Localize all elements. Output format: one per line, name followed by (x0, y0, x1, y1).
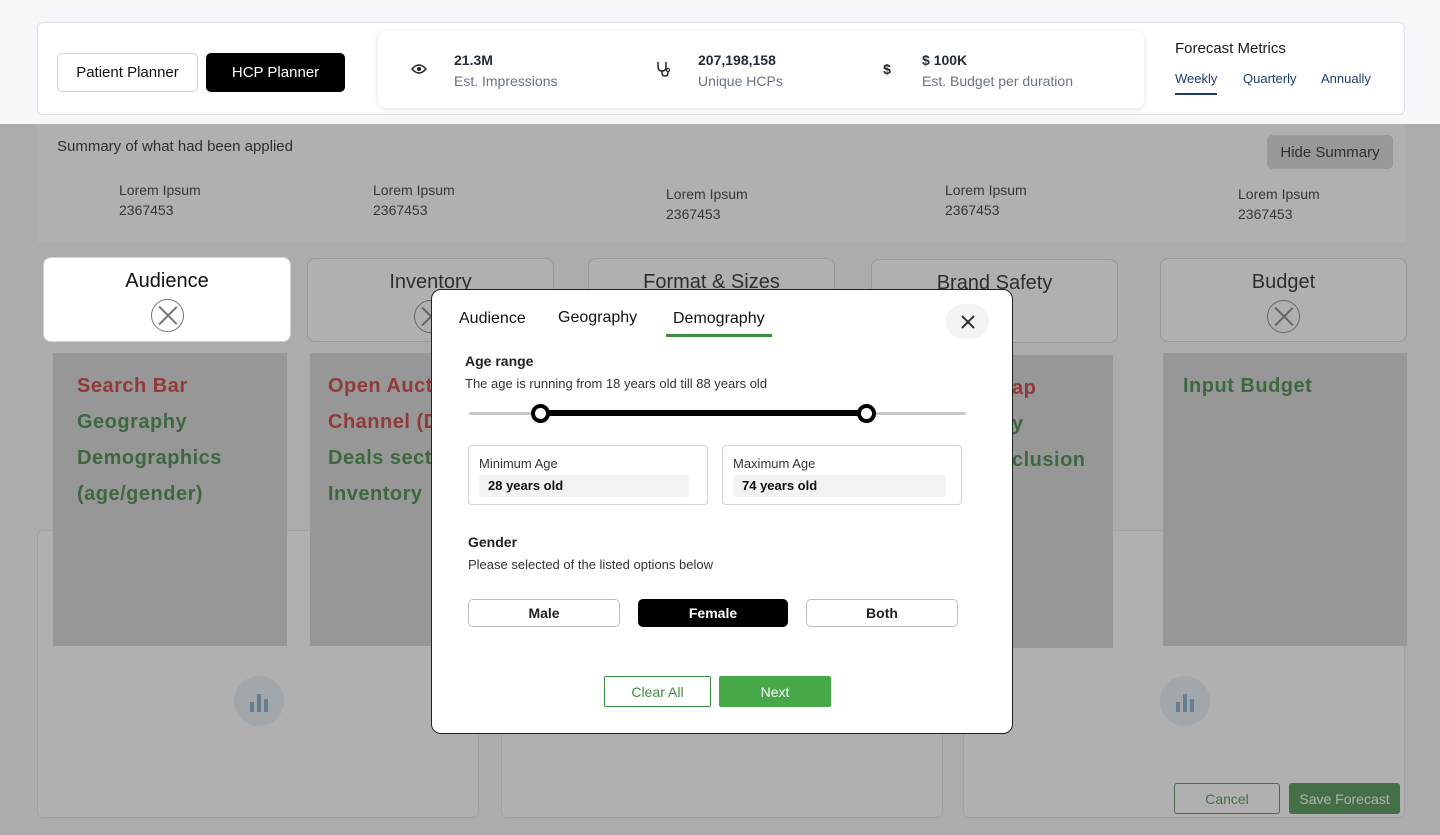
tab-annually[interactable]: Annually (1321, 71, 1371, 93)
gender-male-button[interactable]: Male (468, 599, 620, 627)
forecast-metrics-title: Forecast Metrics (1175, 40, 1286, 57)
metric-impressions: 21.3M Est. Impressions (410, 31, 630, 108)
top-header: Patient Planner HCP Planner 21.3M Est. I… (37, 22, 1405, 115)
metric-value: 207,198,158 (698, 52, 776, 68)
category-card-audience[interactable]: Audience (43, 257, 291, 342)
minimum-age-value[interactable]: 28 years old (479, 475, 689, 497)
metric-label: Est. Budget per duration (922, 73, 1073, 89)
metric-hcps: 207,198,158 Unique HCPs (654, 31, 874, 108)
metric-label: Est. Impressions (454, 73, 558, 89)
dollar-icon: $ (883, 61, 891, 77)
modal-tab-geography[interactable]: Geography (558, 309, 637, 333)
maximum-age-value[interactable]: 74 years old (733, 475, 946, 497)
age-slider-min-handle[interactable] (530, 404, 550, 423)
age-range-title: Age range (465, 353, 534, 369)
gender-female-button[interactable]: Female (638, 599, 788, 627)
minimum-age-label: Minimum Age (479, 456, 558, 471)
metric-value: 21.3M (454, 52, 493, 68)
close-icon[interactable] (946, 304, 989, 339)
tab-quarterly[interactable]: Quarterly (1243, 71, 1296, 93)
metrics-summary: 21.3M Est. Impressions 207,198,158 Uniqu… (378, 31, 1144, 108)
minimum-age-field[interactable]: Minimum Age 28 years old (468, 445, 708, 505)
category-title: Audience (125, 270, 209, 292)
metric-label: Unique HCPs (698, 73, 783, 89)
demography-modal: Audience Geography Demography Age range … (431, 289, 1013, 734)
gender-both-button[interactable]: Both (806, 599, 958, 627)
patient-planner-button[interactable]: Patient Planner (57, 53, 198, 92)
metric-value: $ 100K (922, 52, 968, 68)
age-range-description: The age is running from 18 years old til… (465, 376, 768, 391)
gender-description: Please selected of the listed options be… (468, 557, 713, 572)
maximum-age-field[interactable]: Maximum Age 74 years old (722, 445, 962, 505)
age-slider-max-handle[interactable] (857, 404, 877, 423)
tab-weekly[interactable]: Weekly (1175, 71, 1218, 95)
gender-title: Gender (468, 534, 518, 550)
hcp-planner-button[interactable]: HCP Planner (206, 53, 345, 92)
stethoscope-icon (654, 60, 672, 78)
metric-budget: $ $ 100K Est. Budget per duration (878, 31, 1118, 108)
age-slider-fill (540, 410, 867, 416)
next-button[interactable]: Next (719, 676, 831, 707)
remove-icon[interactable] (150, 299, 184, 332)
modal-tab-audience[interactable]: Audience (459, 310, 526, 334)
eye-icon (410, 60, 428, 78)
clear-all-button[interactable]: Clear All (604, 676, 711, 707)
modal-tab-demography[interactable]: Demography (666, 310, 772, 337)
maximum-age-label: Maximum Age (733, 456, 816, 471)
